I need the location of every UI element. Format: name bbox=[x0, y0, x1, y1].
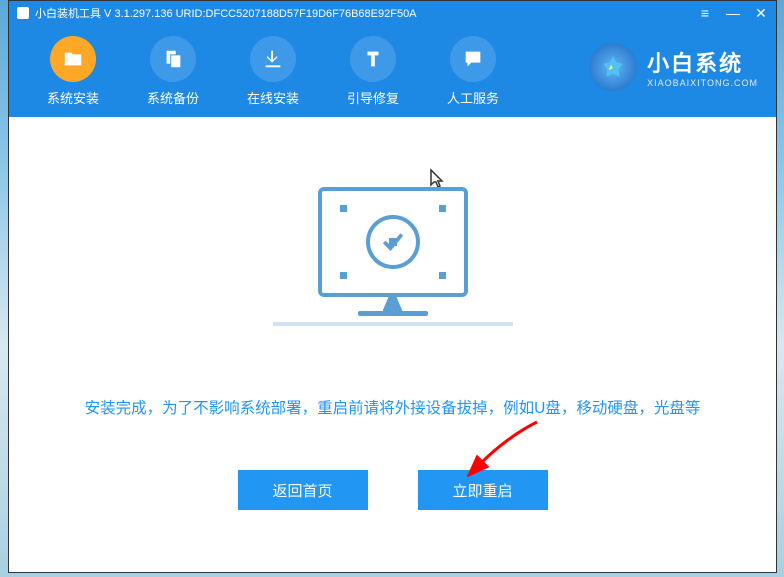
checkmark-icon bbox=[366, 215, 420, 269]
tool-label: 系统安装 bbox=[47, 88, 99, 107]
success-graphic bbox=[293, 187, 493, 326]
brand-name: 小白系统 bbox=[647, 46, 758, 78]
tool-boot-repair[interactable]: 引导修复 bbox=[323, 36, 423, 107]
restart-now-button[interactable]: 立即重启 bbox=[418, 470, 548, 510]
button-row: 返回首页 立即重启 bbox=[238, 470, 548, 510]
tool-online-install[interactable]: 在线安装 bbox=[223, 36, 323, 107]
chat-icon bbox=[450, 36, 496, 82]
brand-subtitle: XIAOBAIXITONG.COM bbox=[647, 78, 758, 88]
monitor-icon bbox=[318, 187, 468, 297]
completion-message: 安装完成，为了不影响系统部署，重启前请将外接设备拔掉，例如U盘，移动硬盘，光盘等 bbox=[55, 396, 731, 418]
repair-icon bbox=[350, 36, 396, 82]
toolbar: 系统安装 系统备份 在线安装 引导修复 人工服务 bbox=[9, 25, 776, 117]
brand-logo-icon bbox=[589, 43, 637, 91]
annotation-arrow-icon bbox=[467, 417, 547, 477]
copy-icon bbox=[150, 36, 196, 82]
tool-label: 人工服务 bbox=[447, 88, 499, 107]
app-window: 小白装机工具 V 3.1.297.136 URID:DFCC5207188D57… bbox=[8, 0, 777, 573]
tool-label: 在线安装 bbox=[247, 88, 299, 107]
minimize-icon[interactable]: — bbox=[724, 5, 742, 21]
app-icon bbox=[17, 7, 29, 19]
window-controls: ≡ — ✕ bbox=[696, 1, 770, 25]
tool-label: 引导修复 bbox=[347, 88, 399, 107]
titlebar: 小白装机工具 V 3.1.297.136 URID:DFCC5207188D57… bbox=[9, 1, 776, 25]
menu-icon[interactable]: ≡ bbox=[696, 5, 714, 21]
tool-system-install[interactable]: 系统安装 bbox=[23, 36, 123, 107]
window-title: 小白装机工具 V 3.1.297.136 URID:DFCC5207188D57… bbox=[35, 5, 417, 21]
back-home-button[interactable]: 返回首页 bbox=[238, 470, 368, 510]
brand: 小白系统 XIAOBAIXITONG.COM bbox=[589, 43, 758, 91]
download-icon bbox=[250, 36, 296, 82]
tool-human-service[interactable]: 人工服务 bbox=[423, 36, 523, 107]
tool-label: 系统备份 bbox=[147, 88, 199, 107]
tool-system-backup[interactable]: 系统备份 bbox=[123, 36, 223, 107]
content-area: 安装完成，为了不影响系统部署，重启前请将外接设备拔掉，例如U盘，移动硬盘，光盘等… bbox=[9, 117, 776, 572]
close-icon[interactable]: ✕ bbox=[752, 5, 770, 22]
folder-icon bbox=[50, 36, 96, 82]
